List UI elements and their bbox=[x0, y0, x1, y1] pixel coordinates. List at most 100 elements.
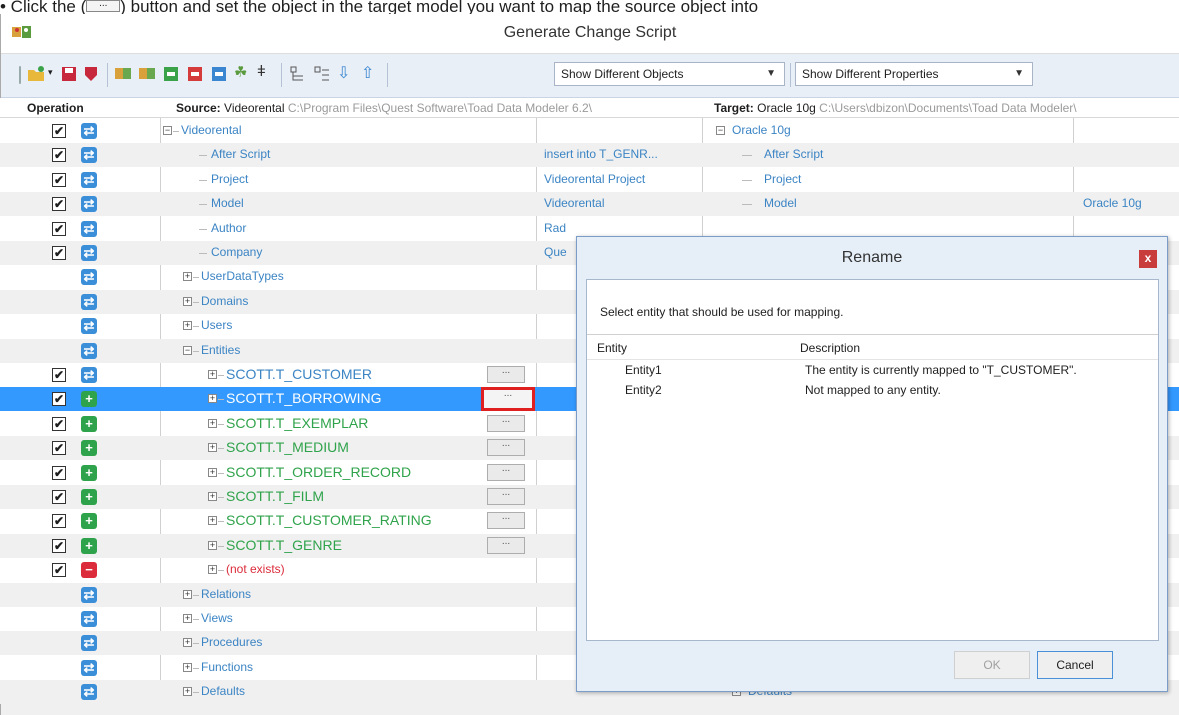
expand-icon[interactable]: + bbox=[208, 565, 217, 575]
expand-icon[interactable]: + bbox=[208, 443, 217, 453]
include-checkbox[interactable]: ✔ bbox=[52, 465, 66, 480]
table-row[interactable]: ✔ ⇄ Model Videorental Model Oracle 10g bbox=[0, 192, 1179, 217]
target-node-label[interactable]: Model bbox=[764, 196, 797, 210]
map-object-button[interactable]: ... bbox=[487, 463, 525, 481]
include-checkbox[interactable]: ✔ bbox=[52, 172, 66, 187]
tree-node-label[interactable]: (not exists) bbox=[226, 562, 285, 576]
save-icon[interactable] bbox=[60, 65, 78, 83]
map-object-button[interactable]: ... bbox=[487, 439, 525, 457]
expand-icon[interactable]: + bbox=[183, 321, 192, 331]
tree-node-label[interactable]: Functions bbox=[201, 660, 253, 674]
include-checkbox[interactable]: ✔ bbox=[52, 246, 66, 260]
collapse-icon[interactable]: − bbox=[183, 345, 192, 355]
tree-node-label[interactable]: SCOTT.T_FILM bbox=[226, 488, 324, 504]
expand-icon[interactable]: + bbox=[208, 540, 217, 550]
expand-icon[interactable]: + bbox=[208, 492, 217, 501]
add-objects-icon[interactable] bbox=[162, 65, 180, 83]
include-checkbox[interactable]: ✔ bbox=[52, 441, 66, 456]
include-checkbox[interactable]: ✔ bbox=[52, 368, 66, 382]
target-node-label[interactable]: Oracle 10g bbox=[732, 123, 791, 137]
open-dropdown-icon[interactable]: ▾ bbox=[48, 67, 56, 85]
objects-filter-select[interactable]: Show Different Objects ▼ bbox=[554, 62, 785, 86]
tree-connector bbox=[193, 277, 199, 279]
expand-tree-icon[interactable] bbox=[289, 65, 307, 83]
tree-node-label[interactable]: Project bbox=[211, 172, 248, 186]
tree-node-label[interactable]: SCOTT.T_ORDER_RECORD bbox=[226, 464, 411, 480]
tree-node-label[interactable]: SCOTT.T_CUSTOMER_RATING bbox=[226, 512, 432, 528]
tree-node-label[interactable]: SCOTT.T_BORROWING bbox=[226, 390, 382, 406]
list-item[interactable]: Entity1 The entity is currently mapped t… bbox=[587, 361, 1158, 381]
ok-button[interactable]: OK bbox=[954, 651, 1030, 679]
expand-icon[interactable]: + bbox=[208, 370, 217, 379]
tree-node-label[interactable]: Relations bbox=[201, 587, 251, 601]
include-checkbox[interactable]: ✔ bbox=[52, 148, 66, 163]
map-object-button[interactable]: ... bbox=[487, 488, 525, 505]
table-row[interactable]: ✔ ⇄ After Script insert into T_GENR... After… bbox=[0, 143, 1179, 168]
map-object-button[interactable]: ... bbox=[487, 512, 525, 530]
include-checkbox[interactable]: ✔ bbox=[52, 221, 66, 236]
entity-column-header[interactable]: Entity bbox=[597, 341, 627, 355]
collapse-tree-icon[interactable] bbox=[313, 65, 331, 83]
tree-node-label[interactable]: Defaults bbox=[201, 684, 245, 698]
map-object-button[interactable]: ... bbox=[487, 536, 525, 554]
remove-objects-icon[interactable] bbox=[186, 65, 204, 83]
tree-node-label[interactable]: SCOTT.T_CUSTOMER bbox=[226, 366, 372, 382]
expand-icon[interactable]: + bbox=[183, 614, 192, 623]
tree-node-label[interactable]: UserDataTypes bbox=[201, 269, 284, 283]
expand-icon[interactable]: + bbox=[208, 516, 217, 526]
collapse-icon[interactable]: − bbox=[716, 126, 725, 135]
filter-icon[interactable]: ☘ bbox=[234, 63, 252, 81]
move-up-icon[interactable]: ⇧ bbox=[361, 63, 379, 82]
expand-icon[interactable]: + bbox=[208, 418, 217, 428]
tree-node-label[interactable]: SCOTT.T_GENRE bbox=[226, 537, 342, 553]
expand-icon[interactable]: + bbox=[183, 589, 192, 599]
collapse-icon[interactable]: − bbox=[163, 126, 172, 135]
tree-node-label[interactable]: After Script bbox=[211, 147, 270, 161]
map-object-button[interactable]: ... bbox=[487, 366, 525, 383]
cancel-button[interactable]: Cancel bbox=[1037, 651, 1113, 679]
expand-icon[interactable]: + bbox=[208, 394, 217, 404]
description-column-header[interactable]: Description bbox=[800, 341, 860, 355]
tree-node-label[interactable]: Domains bbox=[201, 294, 248, 308]
compare-icon[interactable] bbox=[114, 65, 132, 83]
expand-icon[interactable]: + bbox=[183, 687, 192, 697]
close-icon[interactable]: x bbox=[1139, 250, 1157, 268]
target-node-label[interactable]: Project bbox=[764, 172, 801, 186]
table-row[interactable]: ✔ ⇄ Project Videorental Project Project bbox=[0, 168, 1179, 192]
tree-node-label[interactable]: SCOTT.T_EXEMPLAR bbox=[226, 415, 368, 431]
tree-node-label[interactable]: Users bbox=[201, 318, 232, 332]
list-item[interactable]: Entity2 Not mapped to any entity. bbox=[587, 381, 1158, 401]
sort-icon[interactable]: ǂ bbox=[257, 63, 275, 81]
open-folder-icon[interactable] bbox=[27, 65, 45, 83]
expand-icon[interactable]: + bbox=[183, 272, 192, 282]
tree-node-label[interactable]: Author bbox=[211, 221, 246, 235]
include-checkbox[interactable]: ✔ bbox=[52, 124, 66, 138]
expand-icon[interactable]: + bbox=[183, 662, 192, 672]
map-object-button[interactable]: ... bbox=[487, 414, 525, 432]
include-checkbox[interactable]: ✔ bbox=[52, 538, 66, 553]
expand-icon[interactable]: + bbox=[208, 467, 217, 477]
expand-icon[interactable]: + bbox=[183, 638, 192, 648]
tree-node-label[interactable]: Company bbox=[211, 245, 262, 259]
export-icon[interactable] bbox=[82, 65, 100, 83]
tree-node-label[interactable]: SCOTT.T_MEDIUM bbox=[226, 439, 349, 455]
tree-node-label[interactable]: Views bbox=[201, 611, 233, 625]
compare-all-icon[interactable] bbox=[138, 65, 156, 83]
properties-filter-select[interactable]: Show Different Properties ▼ bbox=[795, 62, 1033, 86]
tree-node-label[interactable]: Procedures bbox=[201, 635, 262, 649]
map-object-button[interactable]: ... bbox=[481, 387, 535, 412]
table-row[interactable]: ✔ ⇄ − Videorental − Oracle 10g bbox=[0, 119, 1179, 143]
include-checkbox[interactable]: ✔ bbox=[52, 392, 66, 407]
move-down-icon[interactable]: ⇩ bbox=[337, 63, 355, 82]
expand-icon[interactable]: + bbox=[183, 296, 192, 306]
include-checkbox[interactable]: ✔ bbox=[52, 490, 66, 504]
tree-node-label[interactable]: Videorental bbox=[181, 123, 242, 137]
include-checkbox[interactable]: ✔ bbox=[52, 563, 66, 578]
update-objects-icon[interactable] bbox=[210, 65, 228, 83]
include-checkbox[interactable]: ✔ bbox=[52, 416, 66, 431]
include-checkbox[interactable]: ✔ bbox=[52, 514, 66, 529]
tree-node-label[interactable]: Model bbox=[211, 196, 244, 210]
include-checkbox[interactable]: ✔ bbox=[52, 197, 66, 212]
target-node-label[interactable]: After Script bbox=[764, 147, 823, 161]
tree-node-label[interactable]: Entities bbox=[201, 343, 240, 357]
